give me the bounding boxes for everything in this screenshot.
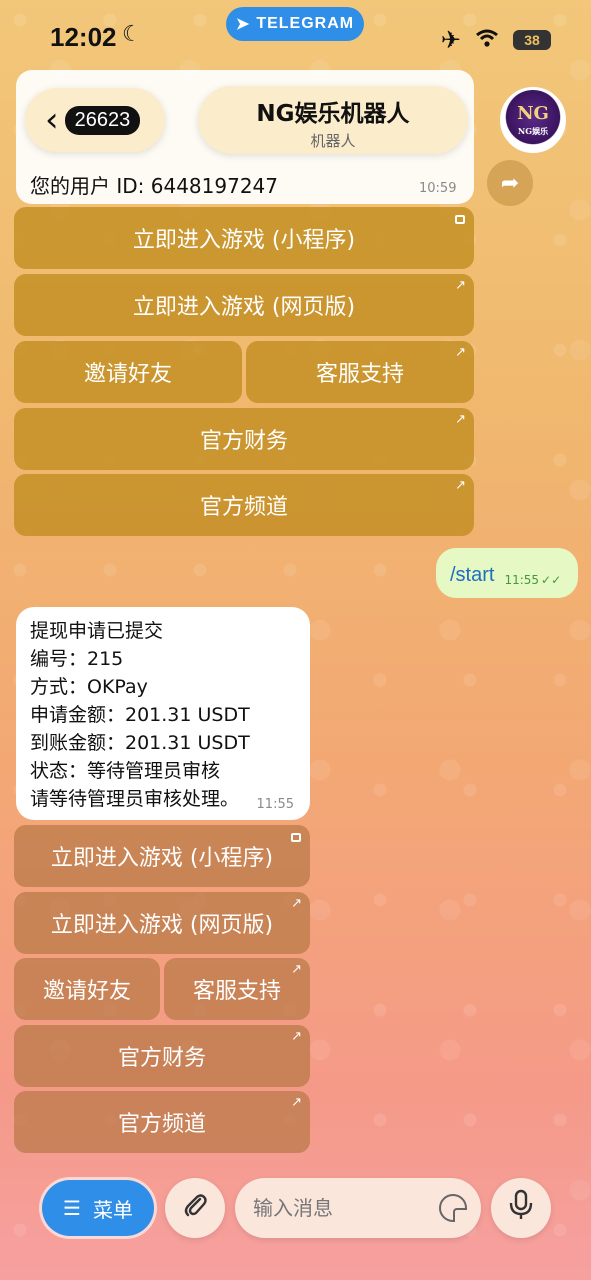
button-label: 立即进入游戏 (网页版) <box>132 295 356 320</box>
button-label: 客服支持 <box>192 979 281 1004</box>
arrow-up-right-icon: ↗ <box>455 478 466 493</box>
incoming-message-time: 11:55 <box>256 797 294 812</box>
official-finance-button[interactable]: 官方财务 ↗ <box>14 1025 310 1087</box>
message-line: 编号：215 <box>30 648 124 670</box>
mini-app-icon <box>455 215 465 224</box>
arrow-up-right-icon: ↗ <box>291 896 302 911</box>
support-button[interactable]: 客服支持 ↗ <box>246 341 474 403</box>
arrow-up-right-icon: ↗ <box>455 278 466 293</box>
avatar[interactable]: NG NG娱乐 <box>500 87 566 153</box>
telegram-pill[interactable]: ➤ TELEGRAM <box>226 7 364 41</box>
outgoing-message-text: /start <box>450 564 495 586</box>
menu-label: 菜单 <box>92 1197 133 1222</box>
play-web-button[interactable]: 立即进入游戏 (网页版) ↗ <box>14 892 310 954</box>
button-label: 官方财务 <box>117 1046 206 1071</box>
mini-app-icon <box>291 833 301 842</box>
message-line: 方式：OKPay <box>30 676 148 698</box>
button-label: 客服支持 <box>315 362 404 387</box>
message-input[interactable] <box>253 1196 423 1220</box>
status-time: 12:02 <box>50 22 117 52</box>
status-icons: ✈ 38 <box>441 26 551 54</box>
telegram-label: TELEGRAM <box>256 15 355 32</box>
share-icon[interactable]: ➦ <box>487 160 533 206</box>
chat-title[interactable]: NG娱乐机器人 机器人 <box>198 86 468 154</box>
invite-friends-button[interactable]: 邀请好友 <box>14 341 242 403</box>
button-label: 立即进入游戏 (小程序) <box>132 228 356 253</box>
avatar-caption: NG娱乐 <box>517 126 549 136</box>
outgoing-message: /start 11:55 ✓✓ <box>436 548 578 598</box>
button-label: 立即进入游戏 (小程序) <box>50 846 274 871</box>
button-label: 官方频道 <box>199 495 288 520</box>
paperclip-icon <box>180 1190 210 1227</box>
wifi-icon <box>475 28 499 52</box>
play-mini-app-button[interactable]: 立即进入游戏 (小程序) <box>14 825 310 887</box>
button-label: 立即进入游戏 (网页版) <box>50 913 274 938</box>
play-web-button[interactable]: 立即进入游戏 (网页版) ↗ <box>14 274 474 336</box>
play-mini-app-button[interactable]: 立即进入游戏 (小程序) <box>14 207 474 269</box>
incoming-message: 提现申请已提交 编号：215 方式：OKPay 申请金额：201.31 USDT… <box>16 607 310 820</box>
message-line: 提现申请已提交 <box>30 620 164 642</box>
button-label: 邀请好友 <box>83 362 172 387</box>
attach-button[interactable] <box>165 1178 225 1238</box>
arrow-up-right-icon: ↗ <box>455 412 466 427</box>
status-bar: 12:02 ☾ ➤ TELEGRAM ✈ 38 <box>0 0 591 70</box>
chat-title-text: NG娱乐机器人 <box>256 101 410 127</box>
menu-button[interactable]: ☰ 菜单 <box>42 1180 154 1236</box>
official-channel-button[interactable]: 官方频道 ↗ <box>14 474 474 536</box>
chevron-left-icon: ‹ <box>45 100 59 140</box>
arrow-up-right-icon: ↗ <box>291 1029 302 1044</box>
hamburger-icon: ☰ <box>63 1196 81 1220</box>
message-input-container[interactable] <box>235 1178 481 1238</box>
avatar-logo: NG <box>517 103 549 124</box>
battery-icon: 38 <box>513 30 551 50</box>
previous-message-text: 您的用户 ID: 6448197247 <box>30 174 278 198</box>
outgoing-message-time: 11:55 <box>504 573 540 587</box>
unread-count-badge: 26623 <box>64 105 141 135</box>
official-finance-button[interactable]: 官方财务 ↗ <box>14 408 474 470</box>
button-label: 邀请好友 <box>42 979 131 1004</box>
message-line: 到账金额：201.31 USDT <box>30 732 250 754</box>
telegram-plane-icon: ➤ <box>235 16 251 33</box>
button-label: 官方频道 <box>117 1112 206 1137</box>
invite-friends-button[interactable]: 邀请好友 <box>14 958 160 1020</box>
chat-subtitle: 机器人 <box>310 132 356 150</box>
sticker-icon[interactable] <box>439 1194 467 1222</box>
arrow-up-right-icon: ↗ <box>291 1095 302 1110</box>
read-check-icon: ✓✓ <box>541 573 562 587</box>
message-line: 申请金额：201.31 USDT <box>30 704 250 726</box>
back-button[interactable]: ‹ 26623 <box>25 88 165 152</box>
support-button[interactable]: 客服支持 ↗ <box>164 958 310 1020</box>
microphone-icon <box>508 1189 534 1228</box>
message-line: 状态：等待管理员审核 <box>30 760 221 782</box>
voice-record-button[interactable] <box>491 1178 551 1238</box>
moon-icon: ☾ <box>122 22 142 47</box>
button-label: 官方财务 <box>199 429 288 454</box>
previous-message-time: 10:59 <box>419 181 457 196</box>
arrow-up-right-icon: ↗ <box>455 345 466 360</box>
official-channel-button[interactable]: 官方频道 ↗ <box>14 1091 310 1153</box>
airplane-icon: ✈ <box>440 26 461 54</box>
arrow-up-right-icon: ↗ <box>291 962 302 977</box>
